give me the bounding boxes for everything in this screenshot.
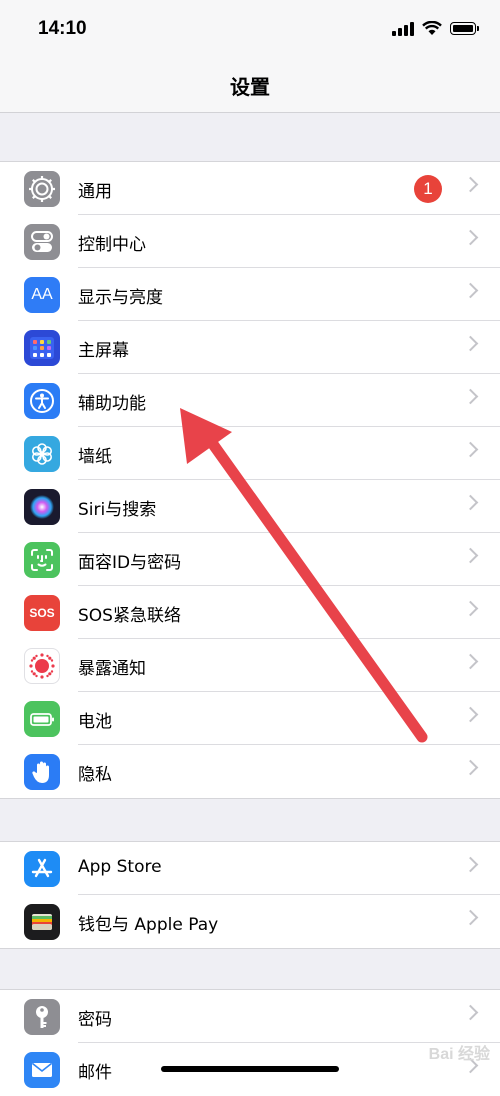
- battery-status-icon: [450, 21, 479, 35]
- cellular-signal-icon: [392, 20, 414, 36]
- text-size-glyph: AA: [31, 286, 53, 303]
- status-time: 14:10: [38, 18, 87, 39]
- settings-row-sos[interactable]: SOS SOS紧急联络: [0, 586, 500, 639]
- chevron-right-icon: [462, 909, 479, 926]
- chevron-right-icon: [462, 600, 479, 617]
- home-grid-icon: [24, 330, 60, 366]
- app-store-icon: [24, 851, 60, 887]
- settings-row-display-brightness[interactable]: AA 显示与亮度: [0, 268, 500, 321]
- settings-row-battery[interactable]: 电池: [0, 692, 500, 745]
- settings-row-exposure-notifications[interactable]: 暴露通知: [0, 639, 500, 692]
- chevron-right-icon: [462, 229, 479, 246]
- chevron-right-icon: [462, 1004, 479, 1021]
- settings-row-label: 邮件: [78, 1063, 112, 1083]
- settings-row-label: 显示与亮度: [78, 288, 163, 308]
- settings-row-accessibility[interactable]: 辅助功能: [0, 374, 500, 427]
- settings-row-label: 辅助功能: [78, 394, 146, 414]
- settings-row-label: 面容ID与密码: [78, 553, 182, 573]
- settings-row-face-id[interactable]: 面容ID与密码: [0, 533, 500, 586]
- settings-group-2: App Store 钱包与 Apple Pay: [0, 841, 500, 949]
- settings-row-label: 墙纸: [78, 447, 112, 467]
- status-bar: 14:10: [0, 0, 500, 60]
- face-id-icon: [24, 542, 60, 578]
- sos-glyph: SOS: [29, 606, 55, 620]
- accessibility-icon: [24, 383, 60, 419]
- settings-row-passwords[interactable]: 密码: [0, 990, 500, 1043]
- notification-badge: 1: [414, 175, 442, 203]
- settings-row-wallpaper[interactable]: 墙纸: [0, 427, 500, 480]
- watermark: Bai 经验: [428, 1046, 490, 1063]
- chevron-right-icon: [462, 176, 479, 193]
- settings-row-label: 钱包与 Apple Pay: [78, 915, 219, 935]
- status-icons: [392, 20, 479, 36]
- hand-icon: [24, 754, 60, 790]
- chevron-right-icon: [462, 335, 479, 352]
- settings-group-1: 通用 1 控制中心 AA 显示与亮度 主屏幕 辅助功能 墙纸 Siri与搜索 面…: [0, 161, 500, 799]
- gear-icon: [24, 171, 60, 207]
- toggles-icon: [24, 224, 60, 260]
- settings-row-label: 主屏幕: [78, 341, 129, 361]
- home-indicator[interactable]: [161, 1066, 339, 1072]
- chevron-right-icon: [462, 494, 479, 511]
- settings-row-label: Siri与搜索: [78, 500, 157, 520]
- chevron-right-icon: [462, 653, 479, 670]
- chevron-right-icon: [462, 547, 479, 564]
- settings-row-label: 电池: [78, 712, 112, 732]
- settings-row-label: 暴露通知: [78, 659, 146, 679]
- chevron-right-icon: [462, 856, 479, 873]
- settings-row-control-center[interactable]: 控制中心: [0, 215, 500, 268]
- chevron-right-icon: [462, 282, 479, 299]
- settings-row-wallet[interactable]: 钱包与 Apple Pay: [0, 895, 500, 948]
- settings-row-label: 密码: [78, 1010, 112, 1030]
- settings-group-3: 密码 邮件: [0, 989, 500, 1096]
- flower-icon: [24, 436, 60, 472]
- siri-icon: [24, 489, 60, 525]
- settings-row-general[interactable]: 通用 1: [0, 162, 500, 215]
- key-icon: [24, 999, 60, 1035]
- navigation-bar: 设置: [0, 60, 500, 113]
- settings-row-label: SOS紧急联络: [78, 606, 181, 626]
- sos-icon: SOS: [24, 595, 60, 631]
- wifi-icon: [422, 20, 442, 35]
- battery-icon: [24, 701, 60, 737]
- mail-icon: [24, 1052, 60, 1088]
- settings-row-privacy[interactable]: 隐私: [0, 745, 500, 798]
- wallet-icon: [24, 904, 60, 940]
- settings-row-label: 通用: [78, 182, 112, 202]
- chevron-right-icon: [462, 441, 479, 458]
- chevron-right-icon: [462, 759, 479, 776]
- page-title: 设置: [230, 75, 270, 99]
- settings-row-app-store[interactable]: App Store: [0, 842, 500, 895]
- exposure-icon: [24, 648, 60, 684]
- settings-row-label: 控制中心: [78, 235, 146, 255]
- chevron-right-icon: [462, 388, 479, 405]
- text-size-icon: AA: [24, 277, 60, 313]
- chevron-right-icon: [462, 706, 479, 723]
- settings-row-siri[interactable]: Siri与搜索: [0, 480, 500, 533]
- settings-row-label: App Store: [78, 857, 162, 877]
- settings-row-home-screen[interactable]: 主屏幕: [0, 321, 500, 374]
- settings-row-label: 隐私: [78, 765, 112, 785]
